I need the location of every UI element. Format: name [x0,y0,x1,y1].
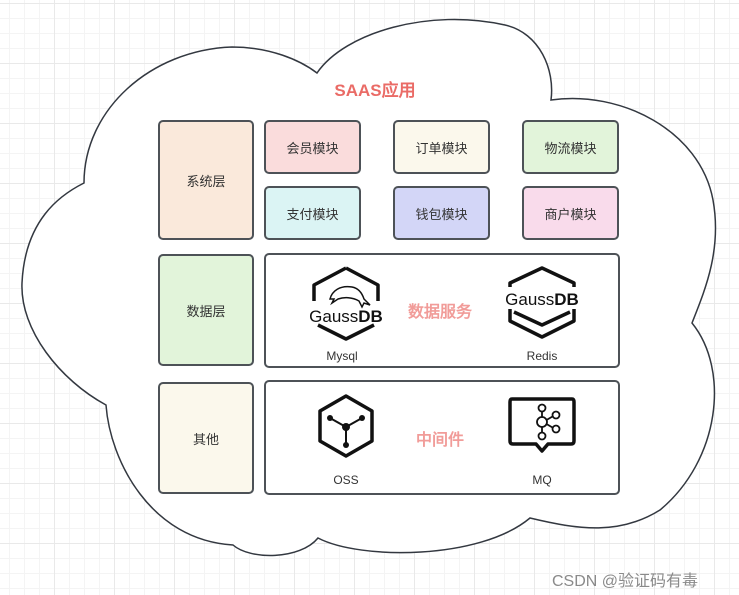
gaussdb-mysql-icon[interactable]: GaussDB [306,265,386,345]
layer-data[interactable]: 数据层 [158,254,254,366]
diagram-title: SAAS应用 [334,81,416,100]
module-logistics[interactable]: 物流模块 [522,120,619,174]
group-label-middleware: 中间件 [416,432,465,449]
module-member[interactable]: 会员模块 [264,120,361,174]
group-label-data-services: 数据服务 [408,304,473,321]
module-merchant[interactable]: 商户模块 [522,186,619,240]
object-storage-icon[interactable] [313,393,379,459]
logo-text-bold: DB [358,307,383,326]
module-label: 物流模块 [544,140,597,156]
service-label-mysql: Mysql [326,349,358,363]
service-label-oss: OSS [333,473,359,487]
module-label: 订单模块 [415,140,468,156]
service-label-redis: Redis [526,349,558,363]
logo-text-bold: DB [554,290,579,309]
module-wallet[interactable]: 钱包模块 [393,186,490,240]
module-label: 商户模块 [544,206,597,222]
logo-text-light: Gauss [309,307,358,326]
gaussdb-redis-icon[interactable]: GaussDB [502,265,582,345]
service-label-mq: MQ [532,473,552,487]
layer-label: 系统层 [186,173,226,189]
module-payment[interactable]: 支付模块 [264,186,361,240]
dolphin-icon [329,285,371,309]
module-label: 支付模块 [286,206,339,222]
layer-other[interactable]: 其他 [158,382,254,494]
svg-text:GaussDB: GaussDB [505,290,579,309]
layer-label: 数据层 [186,303,226,319]
module-order[interactable]: 订单模块 [393,120,490,174]
module-label: 会员模块 [286,140,339,156]
logo-text-light: Gauss [505,290,554,309]
layer-system[interactable]: 系统层 [158,120,254,240]
module-label: 钱包模块 [415,206,468,222]
svg-text:GaussDB: GaussDB [309,307,383,326]
message-queue-icon[interactable] [506,396,578,458]
layer-label: 其他 [192,431,219,447]
watermark: CSDN @验证码有毒 [552,573,699,590]
